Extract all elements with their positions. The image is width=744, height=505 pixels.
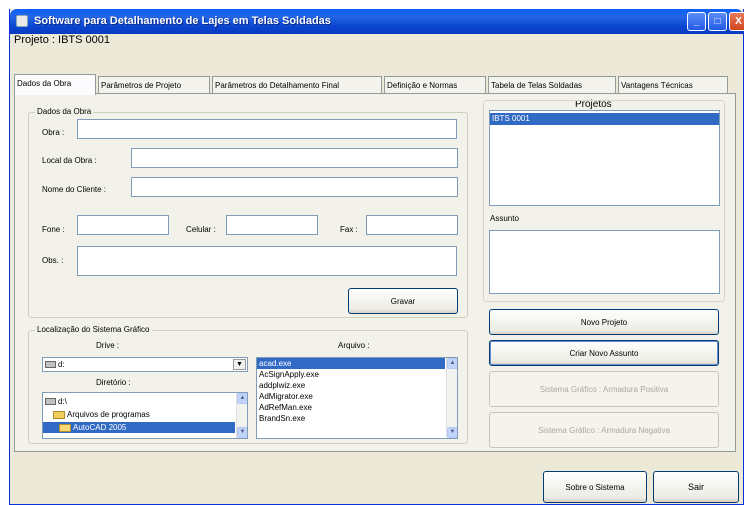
local-obra-input[interactable] (131, 148, 458, 168)
scroll-down-icon[interactable]: ▼ (237, 427, 247, 438)
criar-novo-assunto-button[interactable]: Criar Novo Assunto (489, 340, 719, 366)
projeto-item[interactable]: IBTS 0001 (490, 113, 719, 125)
obra-input[interactable] (77, 119, 457, 139)
folder-icon (53, 410, 65, 419)
file-item[interactable]: acad.exe (257, 358, 445, 369)
tab-definicao-normas[interactable]: Definição e Normas (384, 76, 486, 94)
chevron-down-icon[interactable]: ▼ (233, 359, 246, 370)
title-bar[interactable]: Software para Detalhamento de Lajes em T… (10, 9, 744, 34)
directory-list[interactable]: d:\ Arquivos de programas AutoCAD 2005 ▲… (42, 392, 248, 439)
drive-combo-value-wrap: d: (45, 360, 65, 369)
diretorio-label: Diretório : (96, 378, 131, 387)
drive-combo[interactable]: d: ▼ (42, 357, 248, 372)
obra-label: Obra : (42, 128, 65, 137)
tab-parametros-projeto[interactable]: Parâmetros de Projeto (98, 76, 210, 94)
fone-label: Fone : (42, 225, 65, 234)
celular-input[interactable] (226, 215, 318, 235)
novo-projeto-button[interactable]: Novo Projeto (489, 309, 719, 335)
scroll-up-icon[interactable]: ▲ (447, 358, 457, 369)
directory-item[interactable]: Arquivos de programas (43, 409, 247, 420)
directory-item[interactable]: d:\ (43, 396, 247, 407)
nome-cliente-label: Nome do Cliente : (42, 185, 107, 194)
file-item[interactable]: AdMigrator.exe (257, 391, 457, 402)
projetos-list[interactable]: IBTS 0001 (489, 110, 720, 206)
file-scrollbar[interactable]: ▲ ▼ (446, 358, 457, 438)
file-item[interactable]: addplwiz.exe (257, 380, 457, 391)
file-item[interactable]: AdRefMan.exe (257, 402, 457, 413)
gravar-button[interactable]: Gravar (348, 288, 458, 314)
arquivo-label: Arquivo : (338, 341, 370, 350)
folder-open-icon (59, 423, 71, 432)
tab-strip: Dados da Obra Parâmetros de Projeto Parâ… (14, 74, 734, 95)
window-title: Software para Detalhamento de Lajes em T… (34, 15, 331, 27)
fax-input[interactable] (366, 215, 458, 235)
fone-input[interactable] (77, 215, 169, 235)
drive-icon (45, 398, 56, 406)
sobre-sistema-button[interactable]: Sobre o Sistema (543, 471, 647, 503)
tab-dados-obra[interactable]: Dados da Obra (14, 74, 96, 95)
scroll-down-icon[interactable]: ▼ (447, 427, 457, 438)
drive-label: Drive : (96, 341, 120, 350)
assunto-list[interactable] (489, 230, 720, 294)
local-obra-label: Local da Obra : (42, 156, 97, 165)
obs-input[interactable] (77, 246, 457, 276)
drive-icon (45, 361, 56, 369)
tab-parametros-detalhamento[interactable]: Parâmetros do Detalhamento Final (212, 76, 382, 94)
armadura-negativa-button[interactable]: Sistema Gráfico : Armadura Negativa (489, 412, 719, 448)
close-button[interactable]: X (729, 12, 744, 31)
obs-label: Obs. : (42, 256, 64, 265)
fax-label: Fax : (340, 225, 358, 234)
file-item[interactable]: BrandSn.exe (257, 413, 457, 424)
sair-button[interactable]: Sair (653, 471, 739, 503)
app-icon (16, 15, 28, 27)
directory-scrollbar[interactable]: ▲ ▼ (236, 393, 247, 438)
file-item[interactable]: AcSignApply.exe (257, 369, 457, 380)
dados-obra-group-title: Dados da Obra (35, 107, 94, 116)
celular-label: Celular : (186, 225, 216, 234)
directory-item[interactable]: AutoCAD 2005 (43, 422, 235, 433)
minimize-button[interactable]: _ (687, 12, 706, 31)
tab-vantagens-tecnicas[interactable]: Vantagens Técnicas (618, 76, 728, 94)
assunto-label: Assunto (490, 214, 519, 223)
maximize-button[interactable]: □ (708, 12, 727, 31)
armadura-positiva-button[interactable]: Sistema Gráfico : Armadura Positiva (489, 371, 719, 407)
file-list[interactable]: acad.exe AcSignApply.exe addplwiz.exe Ad… (256, 357, 458, 439)
tab-tabela-telas[interactable]: Tabela de Telas Soldadas (488, 76, 616, 94)
nome-cliente-input[interactable] (131, 177, 458, 197)
drive-combo-value: d: (58, 360, 65, 369)
project-label: Projeto : IBTS 0001 (14, 34, 110, 46)
scroll-up-icon[interactable]: ▲ (237, 393, 247, 404)
localizacao-group-title: Localização do Sistema Gráfico (35, 325, 152, 334)
